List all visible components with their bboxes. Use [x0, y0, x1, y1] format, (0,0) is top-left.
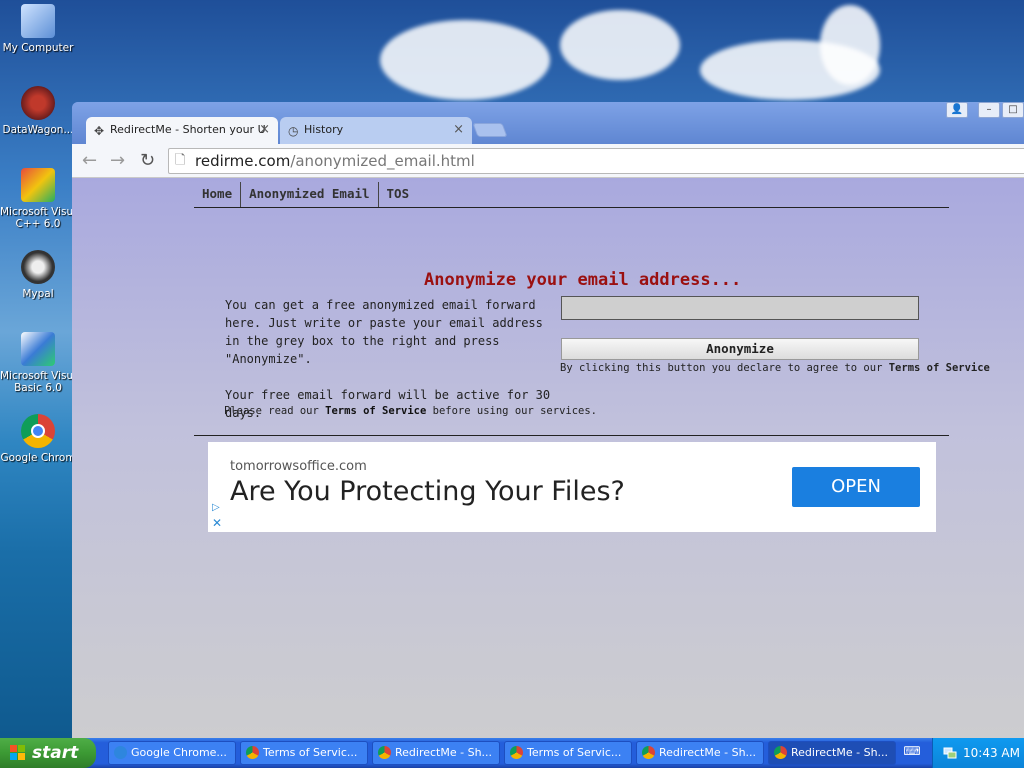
page-title: Anonymize your email address... [424, 270, 742, 290]
address-bar[interactable]: 🗋 redirme.com/anonymized_email.html ☆ [168, 148, 1024, 174]
ie-icon [114, 746, 127, 759]
google-chrome-icon [21, 414, 55, 448]
reload-icon[interactable]: ↻ [140, 150, 155, 171]
close-icon[interactable]: × [259, 122, 270, 137]
start-label: start [32, 743, 79, 763]
visual-cpp-icon [21, 168, 55, 202]
maximize-button[interactable]: □ [1002, 102, 1024, 118]
start-button[interactable]: start [0, 738, 96, 768]
minimize-button[interactable]: – [978, 102, 1000, 118]
ad-open-button[interactable]: OPEN [792, 467, 920, 507]
desktop-icon-label: Basic 6.0 [14, 382, 62, 394]
taskbar-item-label: RedirectMe - Sh... [395, 746, 493, 759]
taskbar-item[interactable]: Terms of Servic... [240, 741, 368, 765]
taskbar-item[interactable]: Google Chrome... [108, 741, 236, 765]
nav-home[interactable]: Home [194, 182, 242, 207]
nav-tos[interactable]: TOS [379, 182, 418, 207]
mypal-icon [21, 250, 55, 284]
tab-strip: ✥ RedirectMe - Shorten your U × ◷ Histor… [72, 102, 1024, 144]
tos-link[interactable]: Terms of Service [325, 405, 426, 417]
desktop-icon-label: Mypal [22, 288, 54, 300]
description: You can get a free anonymized email forw… [225, 296, 557, 440]
history-icon: ◷ [288, 124, 299, 138]
chrome-icon [378, 746, 391, 759]
tab-label: RedirectMe - Shorten your U [110, 123, 266, 136]
redirectme-favicon: ✥ [94, 124, 105, 138]
back-arrow-icon[interactable]: ← [82, 150, 97, 171]
cloud [380, 20, 550, 100]
tab-label: History [304, 123, 344, 136]
desktop-icon-label: Google Chrom [0, 452, 76, 464]
chrome-icon [774, 746, 787, 759]
clock[interactable]: 10:43 AM [963, 746, 1020, 760]
taskbar: start Google Chrome... Terms of Servic..… [0, 738, 1024, 768]
taskbar-item[interactable]: Terms of Servic... [504, 741, 632, 765]
divider [194, 435, 949, 436]
taskbar-item-label: RedirectMe - Sh... [791, 746, 889, 759]
ad-banner[interactable]: tomorrowsoffice.com Are You Protecting Y… [208, 442, 936, 532]
email-input[interactable] [561, 296, 919, 320]
browser-toolbar: ← → ↻ 🗋 redirme.com/anonymized_email.htm… [72, 144, 1024, 178]
taskbar-item[interactable]: RedirectMe - Sh... [636, 741, 764, 765]
taskbar-item-label: Google Chrome... [131, 746, 227, 759]
ad-domain: tomorrowsoffice.com [230, 459, 367, 474]
taskbar-item-label: RedirectMe - Sh... [659, 746, 757, 759]
forward-arrow-icon[interactable]: → [110, 150, 125, 171]
agree-note: By clicking this button you declare to a… [560, 362, 990, 374]
read-tos-suffix: before using our services. [426, 405, 597, 417]
tos-link[interactable]: Terms of Service [889, 362, 990, 374]
agree-prefix: By clicking this button you declare to a… [560, 362, 889, 374]
new-tab-button[interactable] [472, 123, 508, 137]
chrome-icon [642, 746, 655, 759]
desktop-icon-label: Microsoft Visua [0, 206, 76, 218]
desktop-icon-label: Microsoft Visua [0, 370, 76, 382]
nav-anonymized-email[interactable]: Anonymized Email [241, 182, 379, 207]
system-tray: 10:43 AM [932, 738, 1024, 768]
cloud [820, 5, 880, 85]
desktop-icon-google-chrome[interactable]: Google Chrom [0, 414, 76, 464]
desktop-icon-visual-basic[interactable]: Microsoft Visua Basic 6.0 [0, 332, 76, 394]
page-content: Home Anonymized Email TOS Anonymize your… [72, 178, 1024, 738]
taskbar-item-label: Terms of Servic... [263, 746, 358, 759]
my-computer-icon [21, 4, 55, 38]
desktop-icon-label: C++ 6.0 [15, 218, 61, 230]
page-icon: 🗋 [175, 153, 186, 168]
tab-redirectme[interactable]: ✥ RedirectMe - Shorten your U × [86, 117, 278, 144]
desktop-icon-datawagon[interactable]: DataWagon... [0, 86, 76, 136]
chrome-icon [510, 746, 523, 759]
desktop-icon-label: My Computer [2, 42, 74, 54]
tab-history[interactable]: ◷ History × [280, 117, 472, 144]
chrome-window: ✥ RedirectMe - Shorten your U × ◷ Histor… [72, 102, 1024, 738]
read-tos-note: Please read our Terms of Service before … [224, 405, 597, 417]
keyboard-icon[interactable]: ⌨ [902, 744, 922, 762]
desktop-icon-mypal[interactable]: Mypal [0, 250, 76, 300]
description-paragraph: You can get a free anonymized email forw… [225, 298, 543, 366]
url-path: /anonymized_email.html [290, 152, 475, 170]
url-host: redirme.com [195, 152, 291, 170]
desktop-icon-my-computer[interactable]: My Computer [0, 4, 76, 54]
site-nav: Home Anonymized Email TOS [194, 182, 949, 208]
close-icon[interactable]: ✕ [212, 516, 222, 530]
chrome-icon [246, 746, 259, 759]
adchoices-icon[interactable]: ▷ [212, 502, 220, 513]
user-icon[interactable]: 👤 [946, 102, 968, 118]
taskbar-item[interactable]: RedirectMe - Sh... [372, 741, 500, 765]
network-icon[interactable] [943, 746, 957, 760]
desktop-icon-visual-cpp[interactable]: Microsoft Visua C++ 6.0 [0, 168, 76, 230]
datawagon-icon [21, 86, 55, 120]
taskbar-item-label: Terms of Servic... [527, 746, 622, 759]
cloud [560, 10, 680, 80]
read-tos-prefix: Please read our [224, 405, 326, 417]
close-icon[interactable]: × [453, 122, 464, 137]
visual-basic-icon [21, 332, 55, 366]
desktop-icon-label: DataWagon... [2, 124, 74, 136]
ad-headline[interactable]: Are You Protecting Your Files? [230, 476, 625, 507]
windows-flag-icon [10, 745, 25, 760]
taskbar-item-active[interactable]: RedirectMe - Sh... [768, 741, 896, 765]
anonymize-button[interactable]: Anonymize [561, 338, 919, 360]
